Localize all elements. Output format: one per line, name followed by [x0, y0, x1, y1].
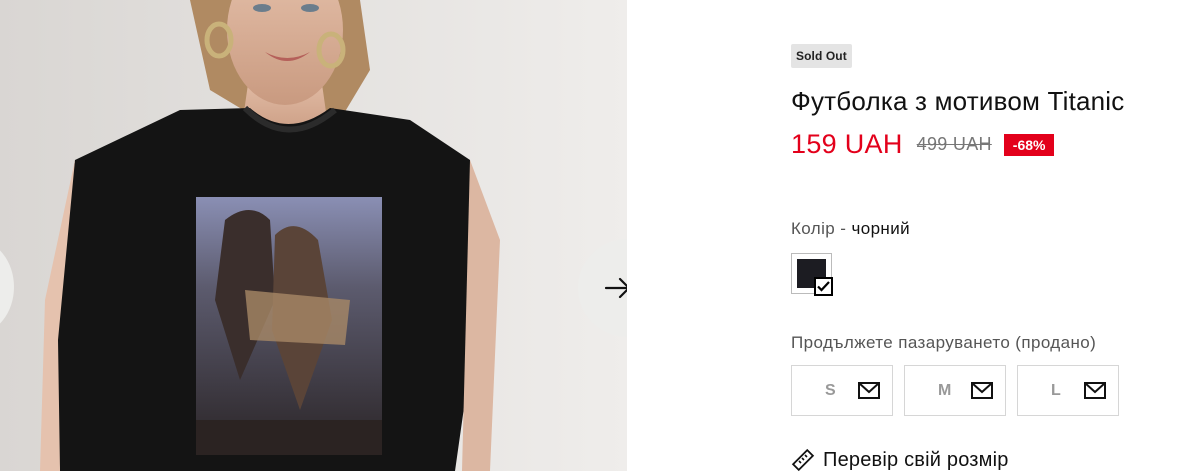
size-label: S: [825, 382, 836, 399]
size-guide-label: Перевір свій розмір: [823, 448, 1009, 471]
sold-out-badge: Sold Out: [791, 44, 852, 68]
size-guide-link[interactable]: Перевір свій розмір: [791, 448, 1009, 472]
size-option-s[interactable]: S: [791, 365, 893, 416]
old-price: 499 UAH: [916, 134, 992, 154]
product-details: Sold Out Футболка з мотивом Titanic 159 …: [791, 0, 1200, 472]
arrow-right-icon: [604, 277, 627, 299]
color-swatch-black[interactable]: [791, 253, 833, 296]
size-option-m[interactable]: M: [904, 365, 1006, 416]
ruler-icon: [791, 448, 815, 472]
discount-badge: -68%: [1003, 133, 1055, 156]
color-label: Колір - чорний: [791, 219, 910, 239]
product-photo: [0, 0, 627, 471]
product-title: Футболка з мотивом Titanic: [791, 86, 1125, 116]
product-gallery: [0, 0, 627, 471]
sizes-label: Продължете пазаруването (продано): [791, 333, 1097, 352]
color-label-text: Колір: [791, 219, 836, 238]
size-option-l[interactable]: L: [1017, 365, 1119, 416]
current-price: 159 UAH: [791, 129, 903, 159]
size-label: L: [1051, 382, 1061, 399]
size-options: S M L: [791, 365, 1130, 416]
mail-icon: [858, 382, 880, 399]
mail-icon: [1084, 382, 1106, 399]
color-value: чорний: [851, 219, 910, 238]
price-row: 159 UAH 499 UAH -68%: [791, 129, 1055, 160]
mail-icon: [971, 382, 993, 399]
checkmark-icon: [814, 277, 833, 296]
color-separator: -: [835, 219, 852, 238]
size-label: M: [938, 382, 952, 399]
